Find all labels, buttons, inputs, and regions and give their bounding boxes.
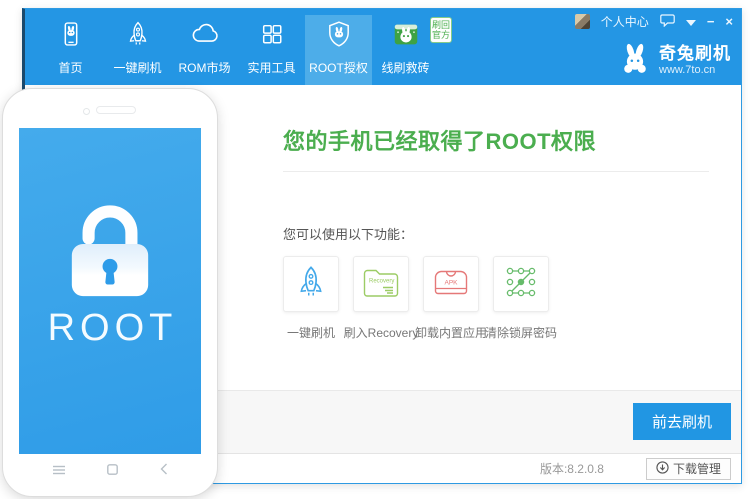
titlebar: 个人中心 − × [575, 13, 733, 30]
feature-card[interactable]: APK [423, 256, 479, 312]
root-screen-text: ROOT [43, 307, 178, 350]
brand-site: www.7to.cn [659, 64, 731, 76]
phone-camera-dot [83, 108, 90, 115]
go-flash-button[interactable]: 前去刷机 [633, 403, 731, 440]
phone-screen: ROOT [19, 128, 201, 454]
user-center-link[interactable]: 个人中心 [601, 13, 649, 30]
feature-one-key-flash[interactable]: 一键刷机 [283, 256, 339, 341]
avatar[interactable] [575, 14, 590, 29]
apk-box-icon: APK [431, 264, 471, 305]
feature-uninstall-builtin[interactable]: APK 卸载内置应用 [423, 256, 479, 341]
download-manager-button[interactable]: 下载管理 [646, 458, 731, 480]
feature-label: 清除锁屏密码 [485, 324, 557, 341]
brand-name: 奇兔刷机 [659, 45, 731, 64]
nav-label: 首页 [58, 59, 82, 76]
rocket-icon [124, 19, 152, 52]
nav-item-home[interactable]: 首页 [37, 15, 104, 85]
version-text: 版本:8.2.0.8 [540, 460, 604, 477]
phone-nav-buttons [3, 462, 217, 480]
nav-item-root-auth[interactable]: ROOT授权 [305, 15, 372, 85]
home-square-icon [107, 462, 118, 480]
main-content: 您的手机已经取得了ROOT权限 您可以使用以下功能： 一键刷机 Recovery [283, 85, 709, 391]
rabbit-logo-icon [617, 41, 653, 80]
root-success-heading: 您的手机已经取得了ROOT权限 [283, 129, 709, 155]
feature-card[interactable] [283, 256, 339, 312]
main-nav: 首页 一键刷机 ROM市场 实用工具 [37, 15, 439, 85]
nav-label: 一键刷机 [113, 59, 161, 76]
features-row: 一键刷机 Recovery 刷入Recovery APK 卸载内置应用 [283, 256, 709, 341]
nav-label: ROM市场 [179, 59, 231, 76]
feature-label: 卸载内置应用 [415, 324, 487, 341]
nav-item-rom-market[interactable]: ROM市场 [171, 15, 238, 85]
feature-label: 一键刷机 [287, 324, 335, 341]
features-label: 您可以使用以下功能： [283, 224, 709, 243]
divider [283, 171, 709, 172]
download-icon [656, 461, 669, 477]
feature-card[interactable]: Recovery [353, 256, 409, 312]
rescue-box-icon [391, 19, 421, 52]
nav-label: 实用工具 [247, 59, 295, 76]
nav-item-tools[interactable]: 实用工具 [238, 15, 305, 85]
pattern-lock-icon [502, 264, 540, 305]
nav-label: ROOT授权 [309, 59, 368, 76]
apk-icon-text: APK [444, 279, 458, 286]
nav-label: 线刷救砖 [381, 59, 429, 76]
nav-item-brick-rescue[interactable]: 线刷救砖 刷回官方 [372, 15, 439, 85]
unlock-padlock-icon [54, 190, 166, 303]
recovery-icon-text: Recovery [369, 278, 394, 284]
feature-card[interactable] [493, 256, 549, 312]
feedback-icon[interactable] [660, 14, 675, 30]
grid-icon [258, 19, 286, 52]
official-flash-badge: 刷回官方 [430, 17, 452, 43]
minimize-button[interactable]: − [707, 15, 715, 28]
back-chevron-icon [160, 462, 168, 480]
header: 个人中心 − × 首页 一键刷机 [25, 9, 741, 85]
recovery-folder-icon: Recovery [361, 264, 401, 305]
feature-clear-lock-password[interactable]: 清除锁屏密码 [493, 256, 549, 341]
shield-rabbit-icon [325, 19, 353, 52]
feature-flash-recovery[interactable]: Recovery 刷入Recovery [353, 256, 409, 341]
nav-item-one-key-flash[interactable]: 一键刷机 [104, 15, 171, 85]
brand-logo: 奇兔刷机 www.7to.cn [617, 41, 731, 80]
rocket-icon [293, 263, 329, 306]
home-icon [57, 19, 85, 52]
close-button[interactable]: × [725, 15, 733, 28]
phone-speaker [96, 106, 136, 114]
menu-icon [53, 462, 65, 480]
feature-label: 刷入Recovery [344, 324, 419, 341]
cloud-icon [190, 19, 220, 52]
phone-mockup: ROOT [2, 88, 218, 497]
download-label: 下载管理 [673, 460, 721, 477]
dropdown-arrow-icon[interactable] [686, 15, 696, 29]
